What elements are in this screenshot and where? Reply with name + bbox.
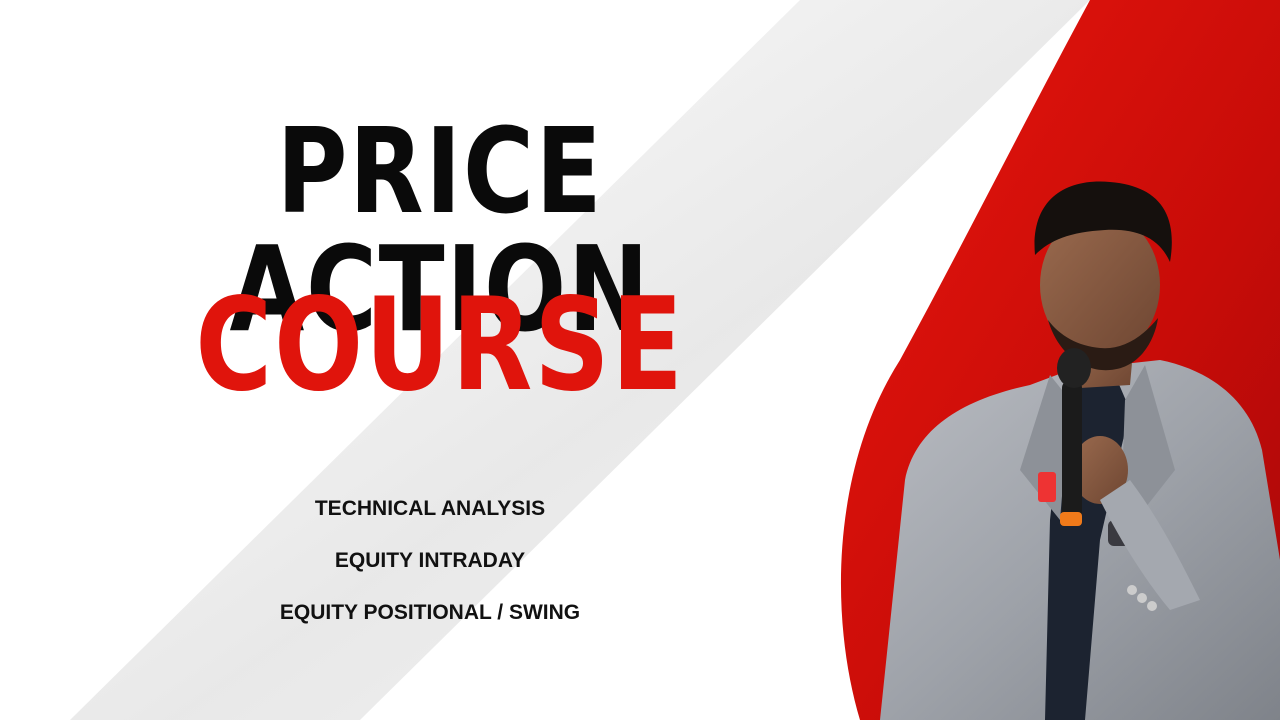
speaker-photo [880, 181, 1280, 720]
thumbnail-canvas: PRICE ACTION COURSE TECHNICAL ANALYSIS E… [0, 0, 1280, 720]
microphone [1062, 380, 1082, 520]
